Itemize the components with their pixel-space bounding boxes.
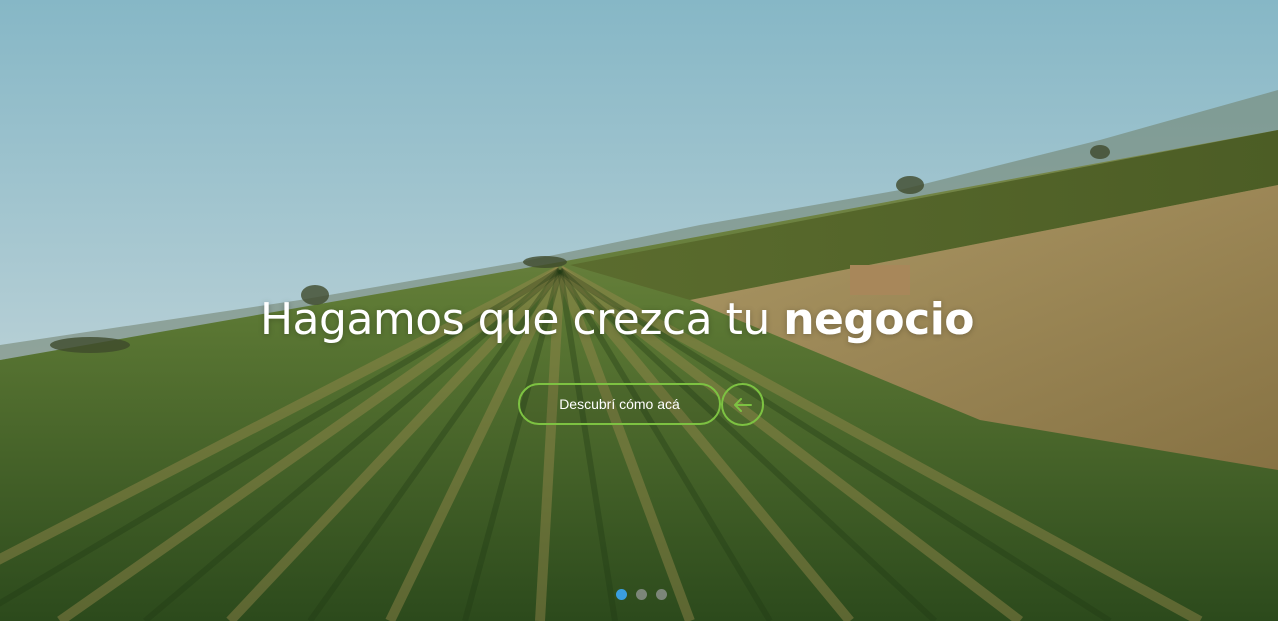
carousel-dot-1[interactable] — [616, 589, 627, 600]
hero-headline-bold: negocio — [783, 294, 975, 345]
discover-button[interactable]: Descubrí cómo acá — [518, 383, 721, 425]
carousel-dot-3[interactable] — [656, 589, 667, 600]
carousel-dot-2[interactable] — [636, 589, 647, 600]
discover-button-label: Descubrí cómo acá — [559, 396, 680, 412]
discover-arrow-button[interactable] — [721, 383, 764, 426]
hero-banner: Hagamos que crezca tu negocio Descubrí c… — [0, 0, 1278, 621]
hero-headline: Hagamos que crezca tu negocio — [0, 292, 1234, 348]
hero-headline-regular: Hagamos que crezca tu — [259, 294, 770, 345]
arrow-left-icon — [733, 397, 752, 412]
carousel-indicators — [616, 589, 667, 600]
